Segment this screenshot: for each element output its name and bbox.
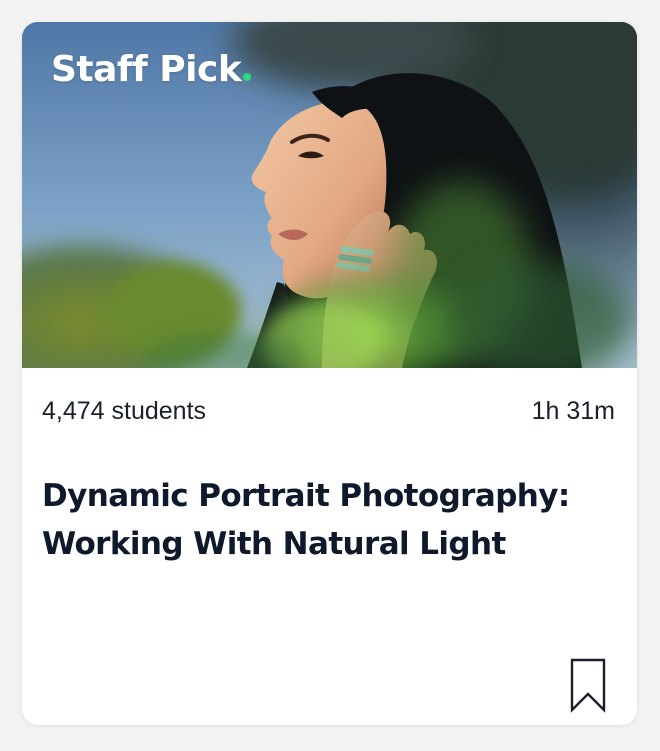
bookmark-icon[interactable]	[568, 658, 608, 714]
class-thumbnail[interactable]: Staff Pick	[22, 22, 637, 368]
student-count: 4,474 students	[42, 396, 207, 425]
class-card[interactable]: Staff Pick 4,474 students 1h 31m Dynamic…	[22, 22, 637, 725]
class-meta: 4,474 students 1h 31m	[42, 395, 615, 427]
class-duration: 1h 31m	[531, 396, 615, 425]
staff-pick-badge: Staff Pick	[51, 49, 252, 90]
badge-dot	[243, 73, 252, 81]
staff-pick-label: Staff Pick	[51, 49, 242, 90]
class-title[interactable]: Dynamic Portrait Photography: Working Wi…	[42, 472, 617, 568]
